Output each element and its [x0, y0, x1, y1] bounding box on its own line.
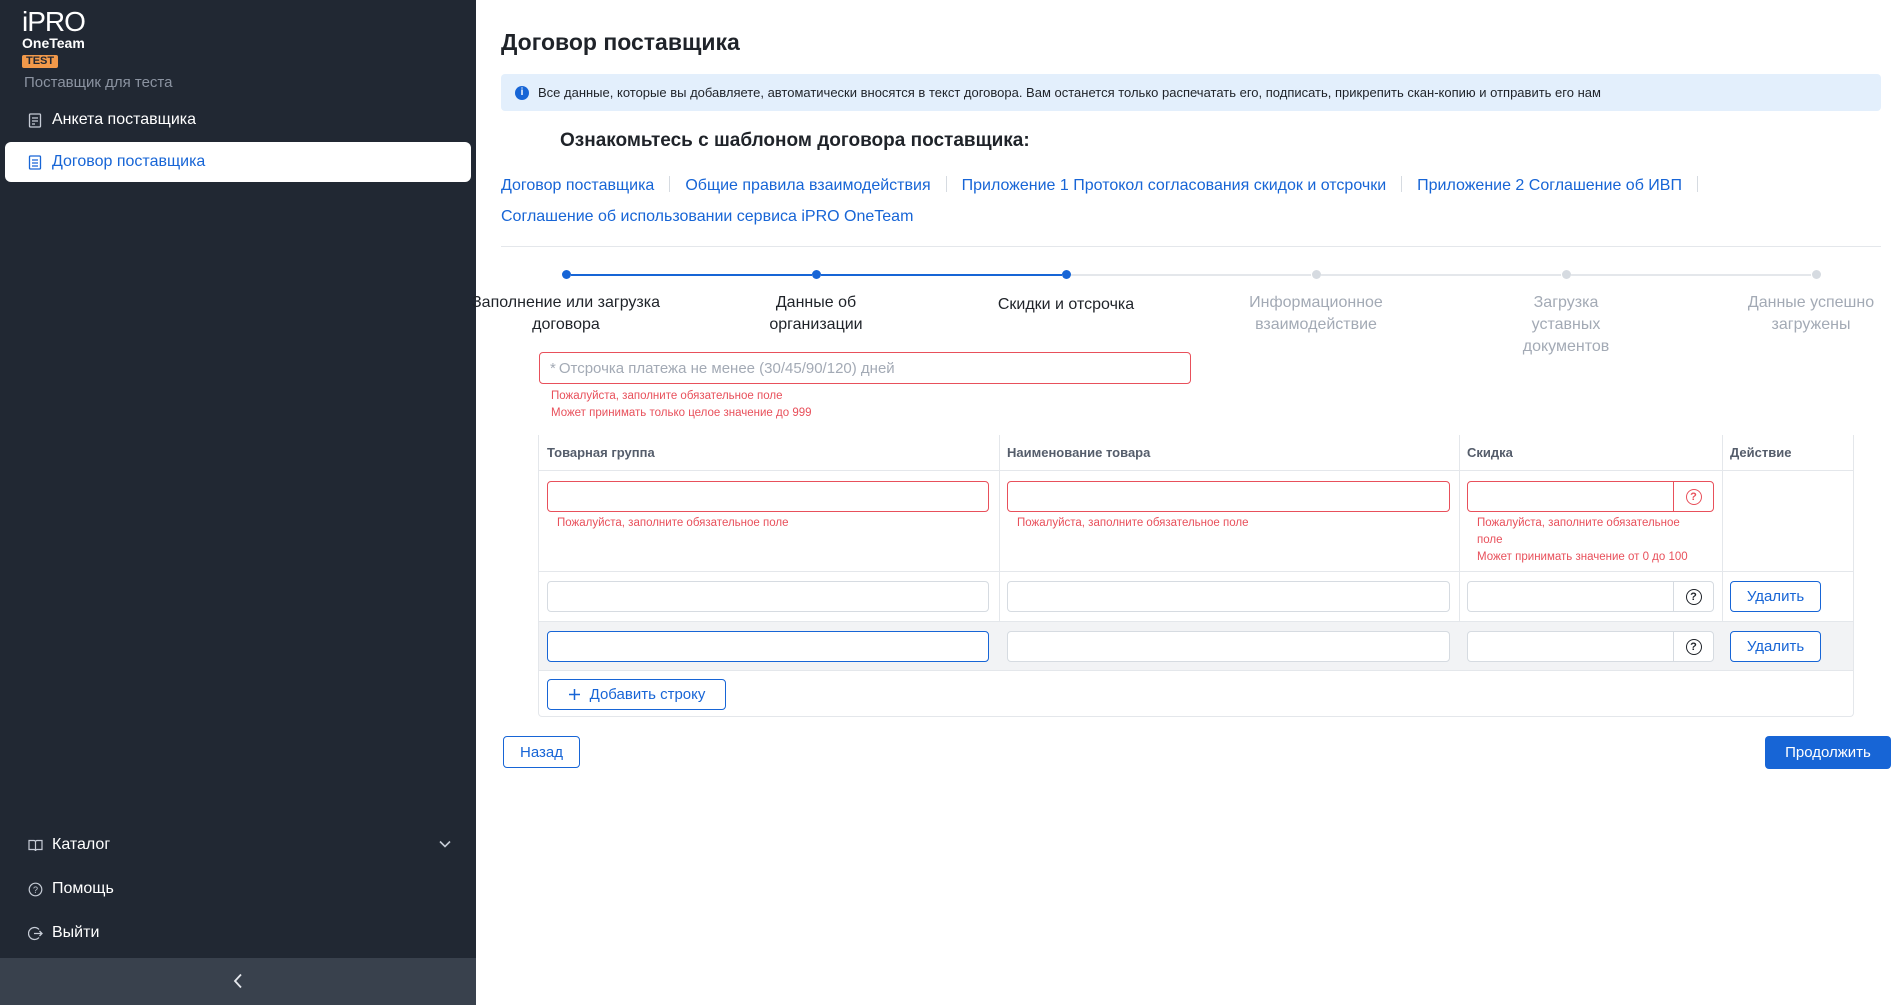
catalog-icon	[27, 837, 43, 853]
help-icon: ?	[1685, 588, 1702, 605]
chevron-left-icon	[233, 969, 243, 995]
required-mark: *	[550, 359, 556, 377]
template-links: Договор поставщика Общие правила взаимоде…	[501, 170, 1901, 232]
product-group-input[interactable]	[547, 631, 989, 662]
discount-input[interactable]: ?	[1467, 581, 1714, 612]
link-service-agreement[interactable]: Соглашение об использовании сервиса iPRO…	[501, 208, 913, 225]
row-divider	[539, 571, 1853, 572]
product-name-input[interactable]	[1007, 481, 1450, 512]
sidebar-item-label: Договор поставщика	[52, 153, 206, 170]
delete-row-button[interactable]: Удалить	[1730, 631, 1821, 662]
row-divider	[539, 670, 1853, 671]
step-label-done: Данные успешно загружены	[1747, 294, 1875, 333]
step-dot-todo	[1812, 270, 1821, 279]
document-icon	[27, 154, 43, 170]
step-dot-todo	[1562, 270, 1571, 279]
field-error: Пожалуйста, заполните обязательное поле	[557, 517, 789, 529]
back-button[interactable]: Назад	[503, 736, 580, 768]
divider	[1696, 176, 1698, 192]
step-label-info-exchange: Информационное взаимодействие	[1249, 294, 1383, 333]
divider	[1401, 176, 1403, 192]
step-connector	[1571, 274, 1811, 276]
help-icon: ?	[1685, 638, 1702, 655]
logo-subtext: OneTeam	[22, 35, 85, 51]
field-error: Пожалуйста, заполните обязательное поле	[1017, 517, 1249, 529]
deferral-error-format: Может принимать только целое значение до…	[551, 407, 812, 419]
field-error: Может принимать значение от 0 до 100	[1477, 551, 1688, 563]
step-dot-done	[562, 270, 571, 279]
template-heading: Ознакомьтесь с шаблоном договора поставщ…	[560, 130, 1030, 151]
form-icon	[27, 112, 43, 128]
help-icon: ?	[27, 881, 43, 897]
sidebar: iPRO OneTeam TEST Поставщик для теста Ан…	[0, 0, 476, 1005]
product-name-input[interactable]	[1007, 581, 1450, 612]
payment-deferral-placeholder: Отсрочка платежа не менее (30/45/90/120)…	[558, 359, 895, 377]
link-appendix-1[interactable]: Приложение 1 Протокол согласования скидо…	[962, 177, 1387, 194]
supplier-name: Поставщик для теста	[24, 74, 173, 91]
plus-icon	[568, 688, 581, 701]
svg-text:?: ?	[32, 885, 37, 895]
step-label-upload-docs: Загрузка уставных документов	[1522, 294, 1610, 355]
product-group-input[interactable]	[547, 581, 989, 612]
sidebar-item-label: Каталог	[52, 836, 111, 853]
payment-deferral-input[interactable]: * Отсрочка платежа не менее (30/45/90/12…	[539, 352, 1191, 384]
column-header-product-group: Товарная группа	[539, 435, 999, 471]
page-title: Договор поставщика	[501, 29, 740, 55]
sidebar-item-label: Помощь	[52, 880, 114, 897]
link-appendix-2[interactable]: Приложение 2 Соглашение об ИВП	[1417, 177, 1682, 194]
product-name-input[interactable]	[1007, 631, 1450, 662]
continue-button[interactable]: Продолжить	[1765, 736, 1891, 769]
sidebar-item-questionnaire[interactable]: Анкета поставщика	[5, 100, 471, 140]
logo[interactable]: iPRO OneTeam TEST	[22, 8, 132, 69]
sidebar-item-catalog[interactable]: Каталог	[5, 825, 471, 865]
divider	[669, 176, 671, 192]
field-error: поле	[1477, 534, 1503, 546]
step-connector	[571, 274, 812, 276]
main-content: Договор поставщика i Все данные, которые…	[472, 0, 1904, 1005]
discounts-table: Товарная группа Наименование товара Скид…	[538, 435, 1854, 717]
logout-icon	[27, 925, 43, 941]
add-row-label: Добавить строку	[589, 686, 706, 703]
add-row-button[interactable]: Добавить строку	[547, 679, 726, 710]
discount-help-button[interactable]: ?	[1673, 481, 1713, 512]
step-label-discounts: Скидки и отсрочка	[997, 296, 1135, 313]
column-header-discount: Скидка	[1459, 435, 1722, 471]
sidebar-item-label: Анкета поставщика	[52, 111, 197, 128]
step-dot-current	[1062, 270, 1071, 279]
sidebar-collapse-button[interactable]	[0, 958, 476, 1005]
help-icon: ?	[1685, 488, 1702, 505]
discount-help-button[interactable]: ?	[1673, 631, 1713, 662]
divider	[945, 176, 947, 192]
step-label-organization: Данные об организации	[769, 294, 863, 333]
sidebar-item-help[interactable]: ? Помощь	[5, 869, 471, 909]
progress-stepper: Заполнение или загрузка договора Данные …	[472, 268, 1881, 355]
sidebar-item-label: Выйти	[52, 924, 100, 941]
step-dot-done	[812, 270, 821, 279]
info-icon: i	[515, 85, 529, 100]
column-header-action: Действие	[1722, 435, 1854, 471]
info-text: Все данные, которые вы добавляете, автом…	[538, 85, 1601, 100]
deferral-error-required: Пожалуйста, заполните обязательное поле	[551, 390, 783, 402]
discount-help-button[interactable]: ?	[1673, 581, 1713, 612]
link-general-rules[interactable]: Общие правила взаимодействия	[685, 177, 930, 194]
step-connector	[821, 274, 1062, 276]
discount-input[interactable]: ?	[1467, 631, 1714, 662]
discount-input[interactable]: ?	[1467, 481, 1714, 512]
sidebar-item-contract[interactable]: Договор поставщика	[5, 142, 471, 182]
step-connector	[1071, 274, 1311, 276]
step-label-fill-contract: Заполнение или загрузка договора	[472, 294, 660, 333]
column-header-product-name: Наименование товара	[999, 435, 1459, 471]
step-connector	[1321, 274, 1561, 276]
sidebar-item-logout[interactable]: Выйти	[5, 913, 471, 953]
field-error: Пожалуйста, заполните обязательное	[1477, 517, 1680, 529]
env-badge: TEST	[22, 55, 59, 68]
link-supplier-contract[interactable]: Договор поставщика	[501, 177, 654, 194]
divider	[501, 246, 1881, 247]
logo-text: iPRO	[22, 6, 86, 37]
delete-row-button[interactable]: Удалить	[1730, 581, 1821, 612]
product-group-input[interactable]	[547, 481, 989, 512]
step-dot-todo	[1312, 270, 1321, 279]
info-alert: i Все данные, которые вы добавляете, авт…	[501, 74, 1881, 111]
chevron-down-icon	[439, 837, 451, 851]
